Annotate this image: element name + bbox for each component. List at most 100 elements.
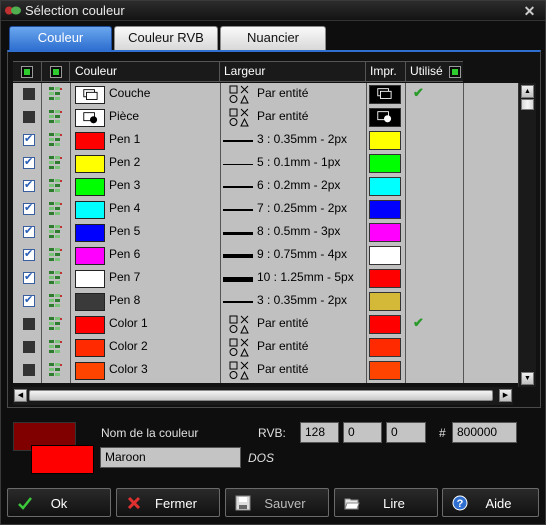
select-all-checkbox[interactable]	[21, 66, 33, 78]
help-button[interactable]: ? Aide	[442, 488, 539, 517]
vertical-scroll-thumb[interactable]	[521, 99, 534, 110]
visibility-icon[interactable]	[49, 294, 63, 308]
vertical-scrollbar[interactable]: ▲ ▼	[518, 83, 536, 387]
color-swatch[interactable]	[75, 316, 105, 334]
row-checkbox[interactable]	[23, 132, 35, 146]
scroll-left-icon[interactable]: ◀	[14, 389, 27, 402]
print-color-swatch[interactable]	[369, 131, 401, 150]
visibility-icon[interactable]	[49, 110, 63, 124]
visibility-icon[interactable]	[49, 179, 63, 193]
color-swatch[interactable]	[75, 270, 105, 288]
line-width-label[interactable]: Par entité	[257, 339, 308, 353]
print-color-swatch[interactable]	[369, 200, 401, 219]
table-row[interactable]: Color 2 Par entité	[13, 336, 518, 359]
visibility-icon[interactable]	[49, 225, 63, 239]
used-all-checkbox[interactable]	[449, 66, 461, 78]
close-button[interactable]: Fermer	[116, 488, 220, 517]
line-width-label[interactable]: 3 : 0.35mm - 2px	[257, 132, 347, 146]
row-checkbox[interactable]	[23, 364, 35, 376]
green-field[interactable]: 0	[343, 422, 382, 443]
column-header-print[interactable]: Impr.	[366, 62, 406, 82]
table-row[interactable]: Pièce Par entité	[13, 106, 518, 129]
row-checkbox[interactable]	[23, 270, 35, 284]
color-swatch[interactable]	[75, 339, 105, 357]
visibility-icon[interactable]	[49, 363, 63, 377]
color-swatch[interactable]	[75, 178, 105, 196]
line-width-label[interactable]: 6 : 0.2mm - 2px	[257, 178, 340, 192]
table-row[interactable]: Pen 2 5 : 0.1mm - 1px	[13, 152, 518, 175]
part-icon[interactable]	[75, 109, 105, 127]
line-width-label[interactable]: Par entité	[257, 316, 308, 330]
visibility-icon[interactable]	[49, 248, 63, 262]
horizontal-scrollbar[interactable]: ◀ ▶	[13, 387, 513, 405]
red-field[interactable]: 128	[300, 422, 339, 443]
line-width-label[interactable]: 8 : 0.5mm - 3px	[257, 224, 340, 238]
visibility-icon[interactable]	[49, 271, 63, 285]
color-swatch[interactable]	[75, 155, 105, 173]
print-color-swatch[interactable]	[369, 177, 401, 196]
line-width-label[interactable]: 9 : 0.75mm - 4px	[257, 247, 347, 261]
column-header-color[interactable]: Couleur	[70, 62, 220, 82]
visibility-icon[interactable]	[49, 87, 63, 101]
print-color-swatch[interactable]	[369, 361, 401, 380]
row-checkbox[interactable]	[23, 224, 35, 238]
visibility-icon[interactable]	[49, 317, 63, 331]
row-checkbox[interactable]	[23, 247, 35, 261]
table-row[interactable]: Couche Par entité ✔	[13, 83, 518, 106]
visible-all-checkbox[interactable]	[50, 66, 62, 78]
line-width-label[interactable]: 7 : 0.25mm - 2px	[257, 201, 347, 215]
print-color-swatch[interactable]	[369, 246, 401, 265]
row-checkbox[interactable]	[23, 155, 35, 169]
row-checkbox[interactable]	[23, 341, 35, 353]
visibility-icon[interactable]	[49, 340, 63, 354]
table-row[interactable]: Pen 7 10 : 1.25mm - 5px	[13, 267, 518, 290]
row-checkbox[interactable]	[23, 111, 35, 123]
row-checkbox[interactable]	[23, 88, 35, 100]
print-color-swatch[interactable]	[369, 223, 401, 242]
row-checkbox[interactable]	[23, 293, 35, 307]
column-header-used[interactable]: Utilisé	[406, 62, 463, 82]
table-row[interactable]: Pen 6 9 : 0.75mm - 4px	[13, 244, 518, 267]
line-width-label[interactable]: 10 : 1.25mm - 5px	[257, 270, 354, 284]
print-layer-icon[interactable]	[369, 85, 401, 104]
line-width-label[interactable]: Par entité	[257, 362, 308, 376]
print-part-icon[interactable]	[369, 108, 401, 127]
print-color-swatch[interactable]	[369, 338, 401, 357]
print-color-swatch[interactable]	[369, 315, 401, 334]
color-swatch[interactable]	[75, 201, 105, 219]
row-checkbox[interactable]	[23, 201, 35, 215]
color-swatch[interactable]	[75, 132, 105, 150]
ok-button[interactable]: Ok	[7, 488, 111, 517]
print-color-swatch[interactable]	[369, 292, 401, 311]
table-row[interactable]: Pen 5 8 : 0.5mm - 3px	[13, 221, 518, 244]
color-swatch[interactable]	[75, 224, 105, 242]
table-row[interactable]: Pen 3 6 : 0.2mm - 2px	[13, 175, 518, 198]
blue-field[interactable]: 0	[386, 422, 426, 443]
tab-couleur[interactable]: Couleur	[9, 26, 112, 50]
visibility-icon[interactable]	[49, 202, 63, 216]
tab-couleur-rvb[interactable]: Couleur RVB	[114, 26, 218, 50]
color-name-field[interactable]: Maroon	[100, 447, 241, 468]
horizontal-scroll-thumb[interactable]	[29, 390, 493, 401]
row-checkbox[interactable]	[23, 318, 35, 330]
color-swatch[interactable]	[75, 362, 105, 380]
scroll-up-icon[interactable]: ▲	[521, 85, 534, 98]
color-swatch[interactable]	[75, 293, 105, 311]
print-color-swatch[interactable]	[369, 154, 401, 173]
hex-field[interactable]: 800000	[452, 422, 517, 443]
line-width-label[interactable]: Par entité	[257, 86, 308, 100]
layer-icon[interactable]	[75, 86, 105, 104]
scroll-down-icon[interactable]: ▼	[521, 372, 534, 385]
color-swatch[interactable]	[75, 247, 105, 265]
visibility-icon[interactable]	[49, 156, 63, 170]
line-width-label[interactable]: 5 : 0.1mm - 1px	[257, 155, 340, 169]
scroll-right-icon[interactable]: ▶	[499, 389, 512, 402]
visibility-icon[interactable]	[49, 133, 63, 147]
close-icon[interactable]: ✕	[522, 4, 537, 18]
column-header-width[interactable]: Largeur	[220, 62, 366, 82]
table-row[interactable]: Color 3 Par entité	[13, 359, 518, 382]
print-color-swatch[interactable]	[369, 269, 401, 288]
save-button[interactable]: Sauver	[225, 488, 329, 517]
table-row[interactable]: Pen 8 3 : 0.35mm - 2px	[13, 290, 518, 313]
line-width-label[interactable]: Par entité	[257, 109, 308, 123]
